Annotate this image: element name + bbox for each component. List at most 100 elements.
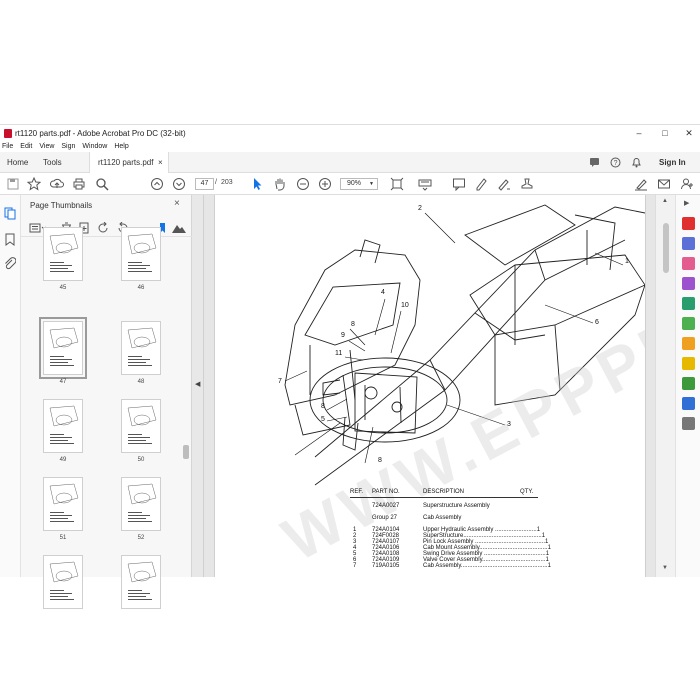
page-thumbnail-47[interactable] xyxy=(39,317,87,379)
keyboard-scroll-icon[interactable] xyxy=(418,177,432,191)
parts-table-header: REF. PART NO. DESCRIPTION QTY. xyxy=(350,489,538,498)
tab-document[interactable]: rt1120 parts.pdf × xyxy=(89,152,169,173)
share-user-icon[interactable] xyxy=(680,177,694,191)
help-icon[interactable]: ? xyxy=(610,157,621,168)
scroll-down-arrow-icon[interactable]: ▼ xyxy=(662,565,668,571)
fit-page-icon[interactable] xyxy=(390,177,404,191)
document-tab-close-icon[interactable]: × xyxy=(158,152,163,173)
rotate-counterclockwise-icon[interactable] xyxy=(98,222,109,234)
menu-window[interactable]: Window xyxy=(82,143,107,150)
previous-page-icon[interactable] xyxy=(150,177,164,191)
thumbnail-page-number: 50 xyxy=(137,457,145,463)
document-viewport: WWW.EPPPPRO.COM 2 1 6 4 10 9 8 11 7 8 5 … xyxy=(204,195,655,577)
tab-home[interactable]: Home xyxy=(7,152,28,173)
attachments-paperclip-icon[interactable] xyxy=(4,257,16,270)
highlight-pen-icon[interactable] xyxy=(474,177,488,191)
print-icon[interactable] xyxy=(72,177,86,191)
callout-9: 9 xyxy=(341,332,345,339)
thumbnail-page-number: 47 xyxy=(59,379,67,385)
panel-splitter[interactable]: ◀ xyxy=(192,195,204,577)
menu-view[interactable]: View xyxy=(39,143,54,150)
current-page-input[interactable]: 47 xyxy=(195,178,214,190)
export-pdf-icon[interactable] xyxy=(682,217,695,230)
tab-tools[interactable]: Tools xyxy=(43,152,62,173)
tab-bar: Home Tools rt1120 parts.pdf × ? Sign In xyxy=(0,152,700,173)
zoom-level-value: 90% xyxy=(347,180,362,187)
hand-tool-icon[interactable] xyxy=(273,177,287,191)
page-thumbnail-49[interactable] xyxy=(43,399,83,453)
thumbnail-page-number: 52 xyxy=(137,535,145,541)
left-nav-strip xyxy=(0,195,21,577)
page-thumbnail-46[interactable] xyxy=(121,227,161,281)
bookmark-star-icon[interactable] xyxy=(27,177,41,191)
page-thumbnail-52[interactable] xyxy=(121,477,161,531)
thumbnail-page-number: 48 xyxy=(137,379,145,385)
menu-edit[interactable]: Edit xyxy=(20,143,32,150)
callout-5: 5 xyxy=(321,416,325,423)
pdf-page: WWW.EPPPPRO.COM 2 1 6 4 10 9 8 11 7 8 5 … xyxy=(214,195,646,577)
collapse-panel-arrow-icon[interactable]: ◀ xyxy=(195,380,200,388)
zoom-level-select[interactable]: 90% ▼ xyxy=(340,178,378,190)
compress-pdf-icon[interactable] xyxy=(682,317,695,330)
large-thumbnails-icon[interactable] xyxy=(172,221,187,234)
assembly-desc: Superstructure Assembly xyxy=(423,503,490,509)
stamp-tool-icon[interactable] xyxy=(682,357,695,370)
stamp-icon[interactable] xyxy=(520,177,534,191)
more-tools-icon[interactable] xyxy=(682,417,695,430)
bookmarks-nav-icon[interactable] xyxy=(4,233,16,246)
create-pdf-icon[interactable] xyxy=(682,237,695,250)
upload-cloud-icon[interactable] xyxy=(50,177,64,191)
callout-10: 10 xyxy=(401,302,409,309)
page-thumbnail-45[interactable] xyxy=(43,227,83,281)
menu-help[interactable]: Help xyxy=(114,143,128,150)
save-icon[interactable] xyxy=(6,177,20,191)
next-page-icon[interactable] xyxy=(172,177,186,191)
page-thumbnail-53[interactable] xyxy=(43,555,83,609)
maximize-button[interactable]: □ xyxy=(654,125,676,141)
page-thumbnail-51[interactable] xyxy=(43,477,83,531)
document-vertical-scrollbar[interactable]: ▲ ▼ xyxy=(655,195,675,577)
callout-8-top: 8 xyxy=(351,321,355,328)
zoom-in-icon[interactable] xyxy=(318,177,332,191)
scrollbar-thumb[interactable] xyxy=(663,223,669,273)
comment-icon[interactable] xyxy=(452,177,466,191)
close-window-button[interactable]: ✕ xyxy=(678,125,700,141)
thumbnail-page-number: 45 xyxy=(59,285,67,291)
draw-freeform-icon[interactable] xyxy=(497,177,511,191)
callout-6: 6 xyxy=(595,319,599,326)
page-thumbnail-48[interactable] xyxy=(121,321,161,375)
callout-8-bottom: 8 xyxy=(378,457,382,464)
sign-in-button[interactable]: Sign In xyxy=(659,152,686,173)
panel-title: Page Thumbnails xyxy=(30,201,93,210)
email-icon[interactable] xyxy=(657,177,671,191)
select-cursor-icon[interactable] xyxy=(250,177,264,191)
header-qty: QTY. xyxy=(520,489,534,495)
find-magnifier-icon[interactable] xyxy=(95,177,109,191)
print-production-icon[interactable] xyxy=(682,377,695,390)
zoom-out-icon[interactable] xyxy=(296,177,310,191)
zoom-dropdown-chevron-icon: ▼ xyxy=(369,181,374,187)
comment-tool-icon[interactable] xyxy=(682,337,695,350)
callout-1: 1 xyxy=(625,258,629,265)
collapse-tools-arrow-icon[interactable]: ▶ xyxy=(684,199,689,207)
part-part-cell: 719A0105 xyxy=(372,563,400,569)
notifications-bell-icon[interactable] xyxy=(631,157,642,168)
panel-close-button[interactable]: × xyxy=(174,198,180,209)
cab-drawing xyxy=(284,239,421,436)
header-part-no: PART NO. xyxy=(372,489,400,495)
chat-icon[interactable] xyxy=(589,157,600,168)
page-thumbnail-54[interactable] xyxy=(121,555,161,609)
menu-file[interactable]: File xyxy=(2,143,13,150)
scroll-up-arrow-icon[interactable]: ▲ xyxy=(662,198,668,204)
protect-icon[interactable] xyxy=(682,397,695,410)
minimize-button[interactable]: – xyxy=(628,125,650,141)
page-thumbnails-nav-icon[interactable] xyxy=(4,207,16,220)
panel-scrollbar[interactable] xyxy=(183,445,189,459)
fill-sign-icon[interactable] xyxy=(682,297,695,310)
page-thumbnail-50[interactable] xyxy=(121,399,161,453)
main-toolbar: 47 / 203 90% ▼ xyxy=(0,173,700,195)
menu-sign[interactable]: Sign xyxy=(61,143,75,150)
organize-pages-icon[interactable] xyxy=(682,277,695,290)
sign-pen-icon[interactable] xyxy=(634,177,648,191)
edit-pdf-icon[interactable] xyxy=(682,257,695,270)
